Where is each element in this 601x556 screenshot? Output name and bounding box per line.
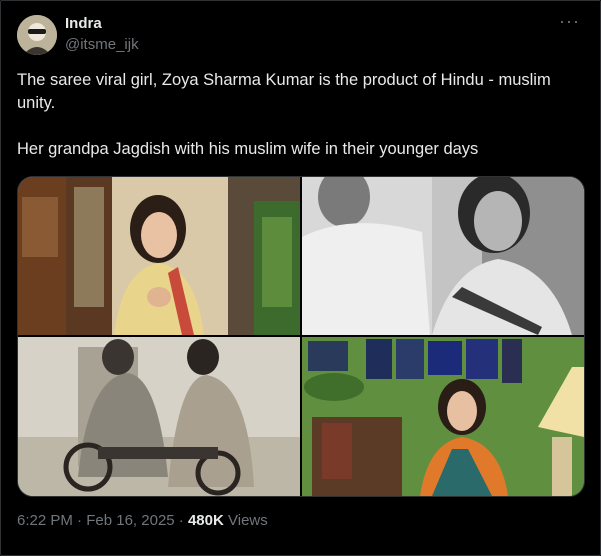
photo-4[interactable] (302, 337, 584, 496)
photo-1[interactable] (18, 177, 300, 335)
tweet-time[interactable]: 6:22 PM (17, 512, 73, 529)
media-grid (17, 176, 585, 497)
author-handle[interactable]: @itsme_ijk (65, 36, 139, 53)
tweet-date[interactable]: Feb 16, 2025 (86, 512, 174, 529)
avatar[interactable] (17, 15, 57, 55)
tweet-text: The saree viral girl, Zoya Sharma Kumar … (17, 71, 551, 158)
photo-3[interactable] (18, 337, 300, 496)
more-horizontal-icon[interactable]: ··· (559, 11, 580, 32)
separator: · (77, 512, 83, 529)
author-name[interactable]: Indra (65, 15, 102, 32)
photo-2[interactable] (302, 177, 584, 335)
tweet-meta: 6:22 PM · Feb 16, 2025 · 480K Views (17, 512, 268, 529)
tweet-card: Indra @itsme_ijk ··· The saree viral gir… (0, 0, 601, 556)
views-label: Views (228, 512, 268, 529)
separator: · (178, 512, 184, 529)
views-count: 480K (187, 512, 224, 529)
